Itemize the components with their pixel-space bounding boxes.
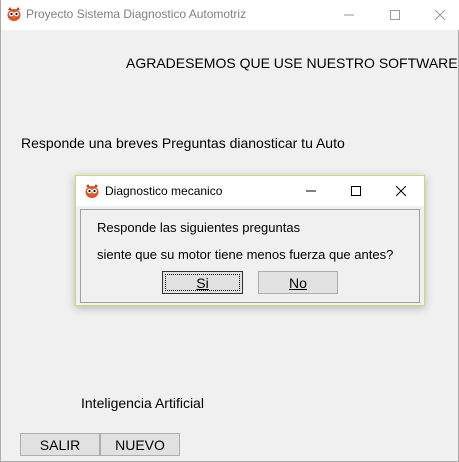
- respond-label: Responde una breves Preguntas dianostica…: [21, 135, 345, 151]
- diagnostic-dialog: Diagnostico mecanico Responde las siguie…: [75, 175, 425, 306]
- exit-button[interactable]: SALIR: [20, 433, 100, 456]
- no-button-label: No: [289, 274, 307, 291]
- ai-label: Inteligencia Artificial: [81, 395, 204, 411]
- close-icon[interactable]: [417, 0, 459, 30]
- thanks-label: AGRADESEMOS QUE USE NUESTRO SOFTWARE: [126, 55, 458, 71]
- close-icon[interactable]: [378, 176, 424, 206]
- dialog-title-bar[interactable]: Diagnostico mecanico: [76, 176, 424, 206]
- dialog-question: siente que su motor tiene menos fuerza q…: [97, 247, 394, 262]
- minimize-icon[interactable]: [326, 0, 372, 30]
- yes-button-label: Si: [196, 274, 209, 291]
- title-bar[interactable]: Proyecto Sistema Diagnostico Automotriz: [1, 0, 459, 30]
- maximize-icon[interactable]: [333, 176, 379, 206]
- minimize-icon[interactable]: [288, 176, 334, 206]
- window-title: Proyecto Sistema Diagnostico Automotriz: [26, 7, 247, 21]
- yes-button[interactable]: Si: [162, 271, 243, 294]
- new-button[interactable]: NUEVO: [100, 433, 180, 456]
- dialog-instruction: Responde las siguientes preguntas: [97, 220, 301, 235]
- no-button[interactable]: No: [258, 271, 338, 294]
- owl-app-icon: [84, 183, 100, 199]
- maximize-icon[interactable]: [372, 0, 418, 30]
- dialog-title: Diagnostico mecanico: [105, 184, 223, 198]
- dialog-body: Responde las siguientes preguntas siente…: [80, 209, 420, 303]
- owl-app-icon: [6, 6, 22, 22]
